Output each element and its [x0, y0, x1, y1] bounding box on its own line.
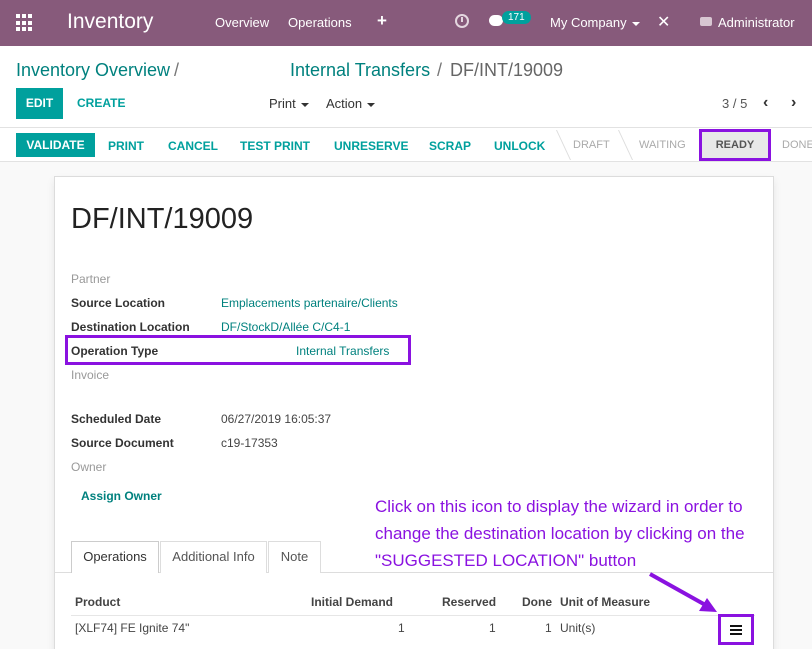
annotation-arrow-icon [649, 572, 717, 612]
record-title: DF/INT/19009 [71, 203, 254, 235]
source-location-link[interactable]: Emplacements partenaire/Clients [221, 296, 398, 310]
column-header-done[interactable]: Done [522, 595, 552, 609]
row-reserved: 1 [489, 621, 496, 635]
breadcrumb-separator: / [437, 60, 443, 80]
quick-create-icon[interactable]: + [377, 11, 387, 31]
column-header-unit-of-measure[interactable]: Unit of Measure [560, 595, 650, 609]
operation-type-label: Operation Type [71, 344, 159, 358]
tab-additional-info[interactable]: Additional Info [160, 541, 267, 573]
scheduled-date-value: 06/27/2019 16:05:37 [221, 412, 332, 426]
table-row-divider [71, 615, 755, 616]
unreserve-button[interactable]: UNRESERVE [334, 139, 408, 153]
user-menu[interactable]: Administrator [718, 15, 795, 30]
breadcrumb-internal-transfers[interactable]: Internal Transfers [290, 60, 430, 81]
print-dropdown[interactable]: Print [269, 96, 309, 111]
create-button[interactable]: CREATE [77, 96, 125, 110]
breadcrumb-current: DF/INT/19009 [450, 60, 564, 80]
breadcrumb-inventory-overview[interactable]: Inventory Overview [16, 60, 170, 81]
breadcrumb-separator: / [174, 60, 180, 80]
destination-location-link[interactable]: DF/StockD/Allée C/C4-1 [221, 320, 350, 334]
column-header-reserved[interactable]: Reserved [442, 595, 496, 609]
list-icon [730, 625, 742, 635]
source-document-label: Source Document [71, 436, 174, 450]
company-name: My Company [550, 15, 627, 30]
source-location-label: Source Location [71, 296, 166, 310]
edit-button[interactable]: EDIT [16, 88, 63, 119]
debug-tools-icon[interactable]: ✕ [657, 12, 670, 32]
stage-divider [607, 130, 633, 160]
stage-draft[interactable]: DRAFT [573, 139, 610, 151]
control-panel: Inventory Overview / Internal Transfers … [0, 46, 812, 128]
destination-location-label: Destination Location [71, 320, 190, 334]
scrap-button[interactable]: SCRAP [429, 139, 471, 153]
menu-operations[interactable]: Operations [288, 15, 352, 30]
pager-next-icon[interactable]: › [791, 94, 796, 112]
chevron-down-icon [300, 102, 309, 107]
app-title: Inventory [67, 10, 154, 33]
scheduled-date-label: Scheduled Date [71, 412, 162, 426]
menu-overview[interactable]: Overview [215, 15, 269, 30]
pager-value[interactable]: 3 / 5 [722, 96, 747, 111]
row-done: 1 [545, 621, 552, 635]
operation-type-link[interactable]: Internal Transfers [296, 344, 389, 358]
messages-count-badge: 171 [502, 11, 531, 24]
print-label: Print [269, 96, 296, 111]
unlock-button[interactable]: UNLOCK [494, 139, 545, 153]
partner-label: Partner [71, 272, 111, 286]
pager-previous-icon[interactable]: ‹ [763, 94, 768, 112]
owner-label: Owner [71, 460, 107, 474]
company-switcher[interactable]: My Company [550, 15, 640, 30]
cancel-button[interactable]: CANCEL [168, 139, 218, 153]
row-product[interactable]: [XLF74] FE Ignite 74" [75, 621, 189, 635]
form-sheet: DF/INT/19009 Partner Source Location Emp… [54, 176, 774, 649]
invoice-label: Invoice [71, 368, 110, 382]
annotation-text: Click on this icon to display the wizard… [375, 497, 745, 570]
status-bar: VALIDATE PRINT CANCEL TEST PRINT UNRESER… [0, 128, 812, 162]
top-navbar: Inventory Overview Operations + 171 My C… [0, 0, 812, 46]
tab-operations[interactable]: Operations [71, 541, 159, 573]
messages-icon[interactable] [489, 15, 503, 26]
assign-owner-button[interactable]: Assign Owner [81, 489, 162, 503]
detailed-operations-button[interactable] [718, 614, 754, 645]
chevron-down-icon [367, 102, 376, 107]
action-label: Action [326, 96, 363, 111]
stage-ready[interactable]: READY [699, 129, 771, 161]
activity-clock-icon[interactable] [455, 14, 469, 28]
user-avatar-icon [700, 17, 712, 26]
action-dropdown[interactable]: Action [326, 96, 376, 111]
source-document-value: c19-17353 [221, 436, 278, 450]
print-button[interactable]: PRINT [108, 139, 144, 153]
stage-done[interactable]: DONE [782, 139, 812, 151]
stage-waiting[interactable]: WAITING [639, 139, 686, 151]
column-header-product[interactable]: Product [75, 595, 120, 609]
test-print-button[interactable]: TEST PRINT [240, 139, 310, 153]
row-initial-demand: 1 [398, 621, 405, 635]
row-unit-of-measure: Unit(s) [560, 621, 596, 635]
apps-grid-icon[interactable] [16, 14, 34, 32]
tab-note[interactable]: Note [268, 541, 321, 573]
chevron-down-icon [631, 21, 640, 26]
stage-divider [545, 130, 571, 160]
validate-button[interactable]: VALIDATE [16, 133, 95, 157]
column-header-initial-demand[interactable]: Initial Demand [311, 595, 393, 609]
